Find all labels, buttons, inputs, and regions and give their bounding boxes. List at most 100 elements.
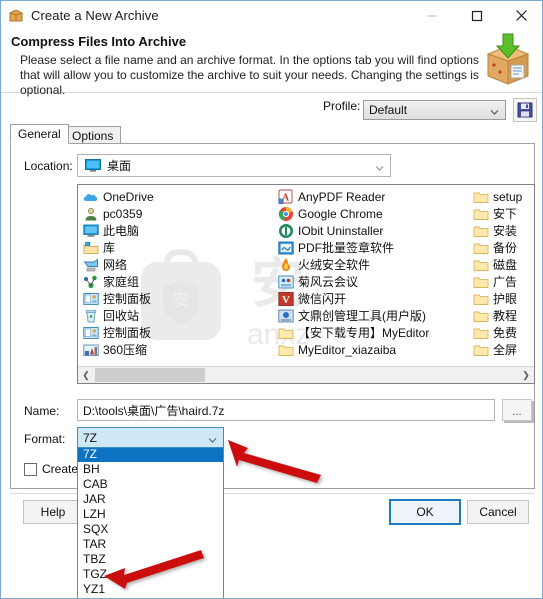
- file-list-item[interactable]: 此电脑: [83, 222, 278, 239]
- scroll-right-arrow-icon[interactable]: ❯: [518, 367, 534, 383]
- file-list-item[interactable]: IObit Uninstaller: [278, 222, 473, 239]
- file-list-item[interactable]: 控制面板: [83, 290, 278, 307]
- maximize-button[interactable]: [454, 1, 499, 30]
- help-button[interactable]: Help: [23, 500, 83, 524]
- floppy-save-icon[interactable]: [513, 98, 537, 122]
- create-archive-checkbox[interactable]: [24, 462, 37, 476]
- format-option-7z[interactable]: 7Z: [78, 447, 223, 462]
- control-panel-icon: [83, 325, 99, 341]
- file-columns: OneDrive pc0359 此电脑库网络 家庭组 控制面板 回收站 控制面板 360压缩 …: [78, 185, 534, 366]
- format-option-bh[interactable]: BH: [78, 462, 223, 477]
- file-list-item[interactable]: 免费: [473, 324, 533, 341]
- dialog-header: Compress Files Into Archive Please selec…: [1, 30, 542, 97]
- file-list-item[interactable]: 网络: [83, 256, 278, 273]
- folder-icon: [473, 342, 489, 358]
- file-list-item[interactable]: 安下: [473, 205, 533, 222]
- this-pc-icon: [83, 223, 99, 239]
- file-list-item-label: 全屏: [493, 343, 518, 357]
- archive-box-icon: [7, 7, 25, 25]
- tab-general[interactable]: General: [10, 124, 69, 144]
- file-list-item[interactable]: 文鼎创管理工具(用户版): [278, 307, 473, 324]
- ok-button[interactable]: OK: [389, 499, 461, 525]
- file-list-item[interactable]: 库: [83, 239, 278, 256]
- name-label: Name:: [24, 404, 60, 418]
- file-list-item[interactable]: 火绒安全软件: [278, 256, 473, 273]
- file-list-item-label: 控制面板: [103, 326, 152, 340]
- file-list-item[interactable]: 广告: [473, 273, 533, 290]
- file-list-item-label: setup: [493, 189, 523, 204]
- file-list-item[interactable]: 家庭组: [83, 273, 278, 290]
- scroll-left-arrow-icon[interactable]: ❮: [78, 367, 94, 383]
- library-icon: [83, 240, 99, 256]
- file-list-item-label: Google Chrome: [298, 206, 383, 221]
- onedrive-cloud-icon: [83, 189, 99, 205]
- file-list-item[interactable]: Google Chrome: [278, 205, 473, 222]
- file-list-item-label: 免费: [493, 326, 518, 340]
- format-option-yz1[interactable]: YZ1: [78, 582, 223, 597]
- format-dropdown-list[interactable]: 7ZBHCABJARLZHSQXTARTBZTGZYZ1ZIP: [77, 447, 224, 598]
- file-list-item[interactable]: 回收站: [83, 307, 278, 324]
- file-list-item[interactable]: OneDrive: [83, 188, 278, 205]
- horizontal-scrollbar[interactable]: ❮ ❯: [78, 366, 534, 383]
- folder-icon: [473, 274, 489, 290]
- file-list-item-label: 360压缩: [103, 343, 148, 357]
- cancel-button[interactable]: Cancel: [467, 500, 529, 524]
- file-list-item[interactable]: 360压缩: [83, 341, 278, 358]
- format-option-lzh[interactable]: LZH: [78, 507, 223, 522]
- title-bar: Create a New Archive: [1, 1, 542, 30]
- folder-icon: [473, 189, 489, 205]
- file-list-item[interactable]: 控制面板: [83, 324, 278, 341]
- archive-name-input[interactable]: D:\tools\桌面\广告\haird.7z: [77, 399, 495, 421]
- window-title: Create a New Archive: [31, 8, 159, 23]
- file-list-item[interactable]: pc0359: [83, 205, 278, 222]
- scrollbar-thumb[interactable]: [95, 368, 205, 382]
- chrome-icon: [278, 206, 294, 222]
- file-list-item[interactable]: 全屏: [473, 341, 533, 358]
- file-list-item-label: 此电脑: [103, 224, 140, 238]
- minimize-button[interactable]: [409, 1, 454, 30]
- file-list-item[interactable]: 【安下载专用】MyEditor: [278, 324, 473, 341]
- format-option-cab[interactable]: CAB: [78, 477, 223, 492]
- profile-select[interactable]: Default: [363, 100, 506, 120]
- svg-text:V: V: [282, 294, 290, 306]
- file-list-item-label: 安下: [493, 207, 518, 221]
- location-select[interactable]: 桌面: [77, 154, 391, 177]
- folder-icon: [473, 308, 489, 324]
- format-option-sqx[interactable]: SQX: [78, 522, 223, 537]
- tab-options[interactable]: Options: [64, 126, 122, 144]
- file-list-item[interactable]: setup: [473, 188, 533, 205]
- homegroup-icon: [83, 274, 99, 290]
- format-select[interactable]: 7Z: [77, 427, 224, 448]
- file-list-item[interactable]: MyEditor_xiazaiba: [278, 341, 473, 358]
- format-option-jar[interactable]: JAR: [78, 492, 223, 507]
- file-list-item-label: 护眼: [493, 292, 518, 306]
- file-list-item[interactable]: 教程: [473, 307, 533, 324]
- pdf-sign-icon: [278, 240, 294, 256]
- location-value: 桌面: [107, 159, 132, 173]
- format-option-tgz[interactable]: TGZ: [78, 567, 223, 582]
- file-list-item[interactable]: 磁盘: [473, 256, 533, 273]
- file-list-item[interactable]: 安装: [473, 222, 533, 239]
- chevron-down-icon: [375, 161, 384, 171]
- file-list-item[interactable]: V 微信闪开: [278, 290, 473, 307]
- file-list-item-label: 库: [103, 241, 116, 255]
- file-browser-list[interactable]: 安 安 anxz OneDrivepc0359此电脑库网络家庭组控制面板回收站控…: [77, 184, 535, 384]
- close-button[interactable]: [499, 1, 542, 30]
- file-column-2: A AnyPDF Reader Google Chrome IObit Uninsta…: [278, 188, 473, 366]
- file-list-item[interactable]: 备份: [473, 239, 533, 256]
- format-option-tar[interactable]: TAR: [78, 537, 223, 552]
- file-list-item[interactable]: 菊风云会议: [278, 273, 473, 290]
- create-archive-dialog: Create a New Archive Compress Files Into…: [0, 0, 543, 599]
- file-list-item[interactable]: 护眼: [473, 290, 533, 307]
- file-list-item-label: MyEditor_xiazaiba: [298, 342, 397, 357]
- wechat-shortcut-icon: V: [278, 291, 294, 307]
- archive-name-value: D:\tools\桌面\广告\haird.7z: [83, 403, 225, 418]
- file-list-item[interactable]: A AnyPDF Reader: [278, 188, 473, 205]
- file-list-item-label: IObit Uninstaller: [298, 223, 384, 238]
- file-list-item-label: 网络: [103, 258, 128, 272]
- file-list-item-label: 回收站: [103, 309, 140, 323]
- file-list-item[interactable]: PDF批量签章软件: [278, 239, 473, 256]
- format-option-tbz[interactable]: TBZ: [78, 552, 223, 567]
- browse-button[interactable]: ...: [502, 399, 532, 421]
- file-list-item-label: 教程: [493, 309, 518, 323]
